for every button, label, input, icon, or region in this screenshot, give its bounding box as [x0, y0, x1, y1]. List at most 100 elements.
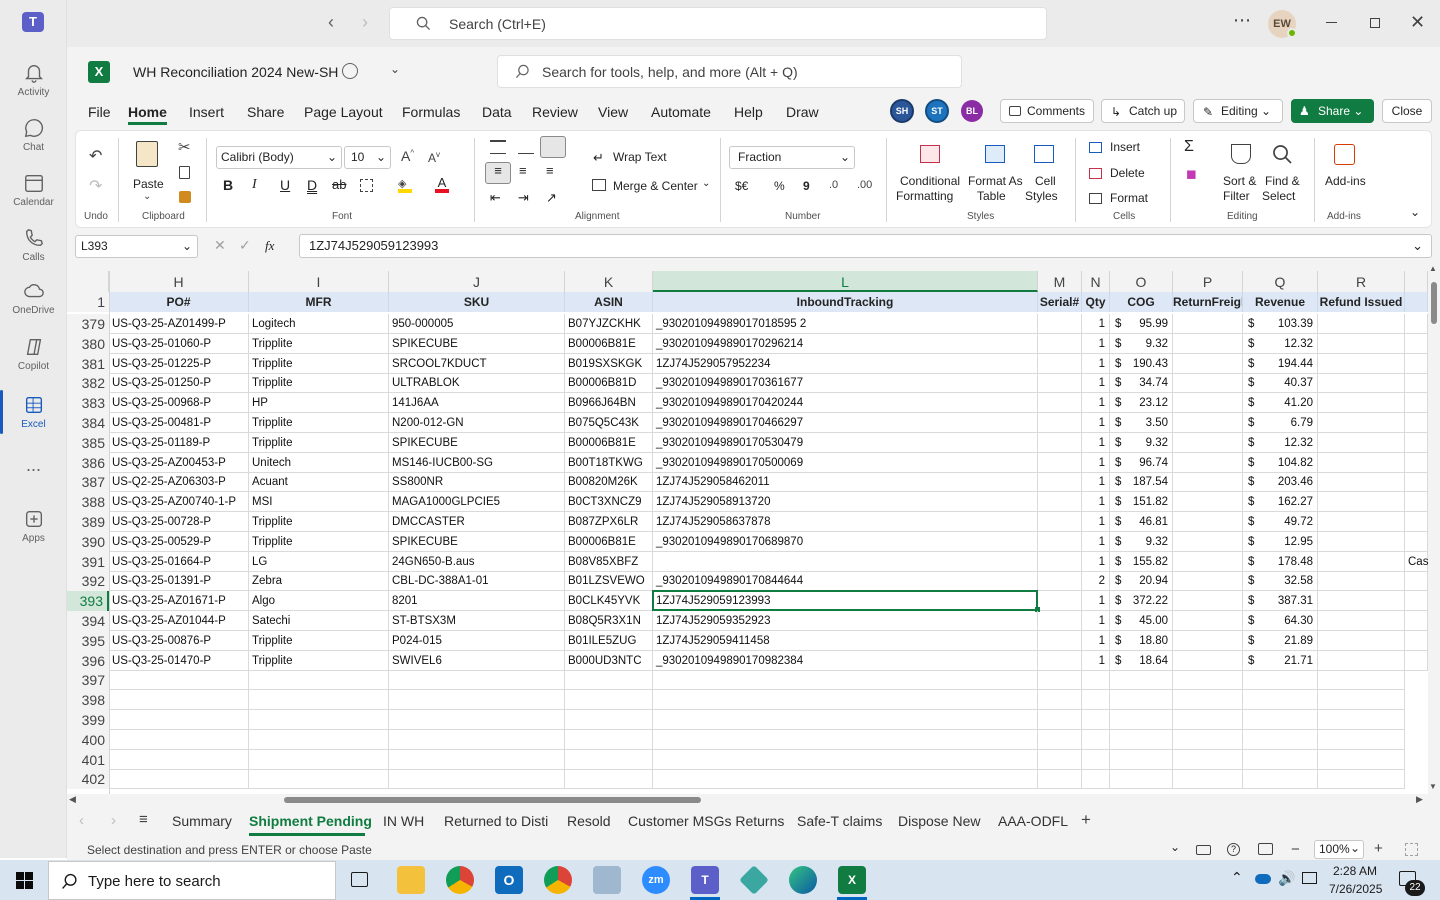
table-cell[interactable]: Tripplite [249, 631, 389, 651]
font-name-select[interactable]: Calibri (Body) ⌄ [216, 146, 342, 169]
table-cell[interactable] [249, 750, 389, 770]
table-cell[interactable]: US-Q3-25-00529-P [109, 532, 249, 552]
table-cell[interactable] [1405, 453, 1428, 473]
taskbar-search-box[interactable]: Type here to search [48, 861, 336, 900]
editing-mode-button[interactable]: ✎ Editing ⌄ [1193, 99, 1283, 123]
table-cell[interactable] [1173, 393, 1243, 413]
table-cell[interactable]: Algo [249, 591, 389, 611]
table-cell[interactable] [1173, 453, 1243, 473]
windows-start-icon[interactable] [16, 872, 33, 889]
table-cell[interactable]: $45.00 [1110, 611, 1173, 631]
table-cell[interactable] [1038, 690, 1082, 710]
table-cell[interactable]: US-Q3-25-00481-P [109, 413, 249, 433]
table-cell[interactable] [1318, 532, 1405, 552]
tab-formulas[interactable]: Formulas [402, 104, 460, 120]
table-cell[interactable]: ST-BTSX3M [389, 611, 565, 631]
table-cell[interactable] [1110, 670, 1173, 690]
table-cell[interactable] [1173, 413, 1243, 433]
table-cell[interactable] [1405, 393, 1428, 413]
table-cell[interactable] [1318, 334, 1405, 354]
delete-cells-button[interactable]: Delete [1110, 166, 1145, 180]
table-cell[interactable] [1318, 373, 1405, 393]
table-cell[interactable] [1318, 611, 1405, 631]
table-cell[interactable]: ULTRABLOK [389, 373, 565, 393]
table-cell[interactable]: 1 [1082, 393, 1110, 413]
all-sheets-menu-icon[interactable]: ≡ [139, 811, 148, 828]
table-cell[interactable] [1318, 393, 1405, 413]
table-cell[interactable] [1173, 651, 1243, 671]
table-cell[interactable] [1243, 690, 1318, 710]
table-cell[interactable]: B00820M26K [565, 472, 653, 492]
column-title-cell[interactable]: PO# [109, 292, 249, 312]
table-cell[interactable]: Unitech [249, 453, 389, 473]
table-cell[interactable] [1243, 730, 1318, 750]
table-cell[interactable]: US-Q3-25-AZ00453-P [109, 453, 249, 473]
cell-styles-line1[interactable]: Cell [1035, 174, 1056, 188]
table-cell[interactable] [1038, 472, 1082, 492]
copy-icon[interactable] [179, 166, 190, 179]
table-cell[interactable] [1082, 690, 1110, 710]
row-header[interactable]: 401 [67, 750, 109, 770]
chrome-profile-icon[interactable] [544, 866, 572, 894]
strikethrough-icon[interactable]: ab [332, 177, 346, 192]
tab-home[interactable]: Home [128, 104, 167, 120]
table-cell[interactable]: 1 [1082, 631, 1110, 651]
row-header[interactable]: 384 [67, 413, 109, 433]
bold-icon[interactable]: B [223, 177, 233, 193]
table-cell[interactable] [389, 730, 565, 750]
insert-cells-button[interactable]: Insert [1110, 140, 1140, 154]
table-cell[interactable] [1082, 750, 1110, 770]
table-cell[interactable]: Tripplite [249, 354, 389, 374]
table-cell[interactable]: SPIKECUBE [389, 334, 565, 354]
table-cell[interactable] [1038, 492, 1082, 512]
outlook-icon[interactable]: O [495, 866, 523, 894]
table-cell[interactable] [1405, 532, 1428, 552]
table-cell[interactable] [1173, 670, 1243, 690]
table-cell[interactable]: _9302010949890170500069 [653, 453, 1038, 473]
table-cell[interactable]: 1 [1082, 373, 1110, 393]
table-cell[interactable]: B0CT3XNCZ9 [565, 492, 653, 512]
table-cell[interactable]: $95.99 [1110, 314, 1173, 334]
sheet-tab-in-wh[interactable]: IN WH [383, 813, 424, 829]
table-cell[interactable] [1038, 710, 1082, 730]
table-cell[interactable] [1038, 670, 1082, 690]
table-cell[interactable] [1173, 730, 1243, 750]
conditional-formatting-icon[interactable] [920, 145, 940, 163]
ribbon-collapse-chevron-icon[interactable]: ⌄ [1410, 205, 1420, 219]
row-header[interactable]: 386 [67, 453, 109, 473]
sheet-tab-safe-t-claims[interactable]: Safe-T claims [797, 813, 882, 829]
table-cell[interactable]: $12.32 [1243, 433, 1318, 453]
table-cell[interactable]: 1 [1082, 413, 1110, 433]
table-cell[interactable]: B00006B81E [565, 433, 653, 453]
row-header[interactable]: 390 [67, 532, 109, 552]
table-cell[interactable]: $372.22 [1110, 591, 1173, 611]
sort-filter-icon[interactable] [1231, 144, 1251, 164]
wrap-text-button[interactable]: Wrap Text [613, 150, 667, 164]
tab-insert[interactable]: Insert [189, 104, 224, 120]
row-header[interactable]: 392 [67, 571, 109, 591]
table-cell[interactable] [565, 670, 653, 690]
collaborator-avatar-st[interactable]: ST [925, 99, 949, 123]
table-cell[interactable] [1110, 710, 1173, 730]
table-cell[interactable]: 1ZJ74J529058913720 [653, 492, 1038, 512]
column-header-k[interactable]: K [565, 271, 653, 292]
rail-item-onedrive[interactable]: OneDrive [0, 270, 67, 326]
collaborator-avatar-sh[interactable]: SH [890, 99, 914, 123]
task-view-icon[interactable] [351, 872, 368, 887]
name-box[interactable]: L393 ⌄ [75, 235, 198, 258]
table-cell[interactable]: $151.82 [1110, 492, 1173, 512]
table-cell[interactable]: B00006B81E [565, 532, 653, 552]
table-cell[interactable]: B00006B81D [565, 373, 653, 393]
decrease-decimal-icon[interactable]: .00 [857, 179, 872, 191]
scroll-left-icon[interactable]: ◀ [69, 794, 76, 805]
row-header[interactable]: 393 [67, 591, 109, 611]
row-header[interactable]: 382 [67, 373, 109, 393]
rail-item-calendar[interactable]: Calendar [0, 162, 67, 218]
row-header[interactable]: 387 [67, 472, 109, 492]
keyboard-icon[interactable] [1196, 845, 1211, 855]
table-cell[interactable] [389, 750, 565, 770]
comma-style-button[interactable]: 9 [803, 179, 810, 193]
table-cell[interactable]: $9.32 [1110, 532, 1173, 552]
column-header-p[interactable]: P [1173, 271, 1243, 292]
table-cell[interactable]: Tripplite [249, 334, 389, 354]
